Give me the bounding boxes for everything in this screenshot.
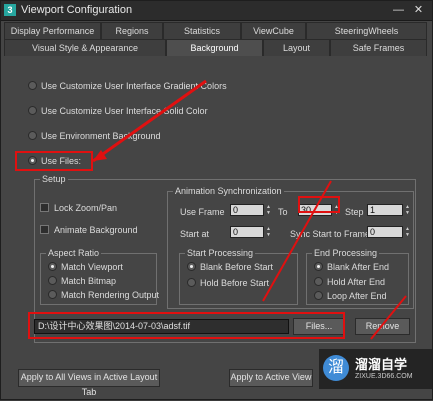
watermark-logo-icon: 溜	[323, 355, 349, 381]
arrow-to-remove	[370, 295, 407, 340]
viewport-configuration-dialog: 3 Viewport Configuration — ✕ Display Per…	[0, 0, 433, 400]
arrow-to-to-field	[262, 180, 332, 302]
watermark: 溜 溜溜自学 ZIXUE.3D66.COM	[319, 349, 433, 389]
watermark-title: 溜溜自学	[355, 357, 408, 372]
annotation-arrows	[92, 79, 407, 340]
watermark-subtitle: ZIXUE.3D66.COM	[355, 373, 413, 380]
arrow-to-use-files	[92, 79, 207, 163]
